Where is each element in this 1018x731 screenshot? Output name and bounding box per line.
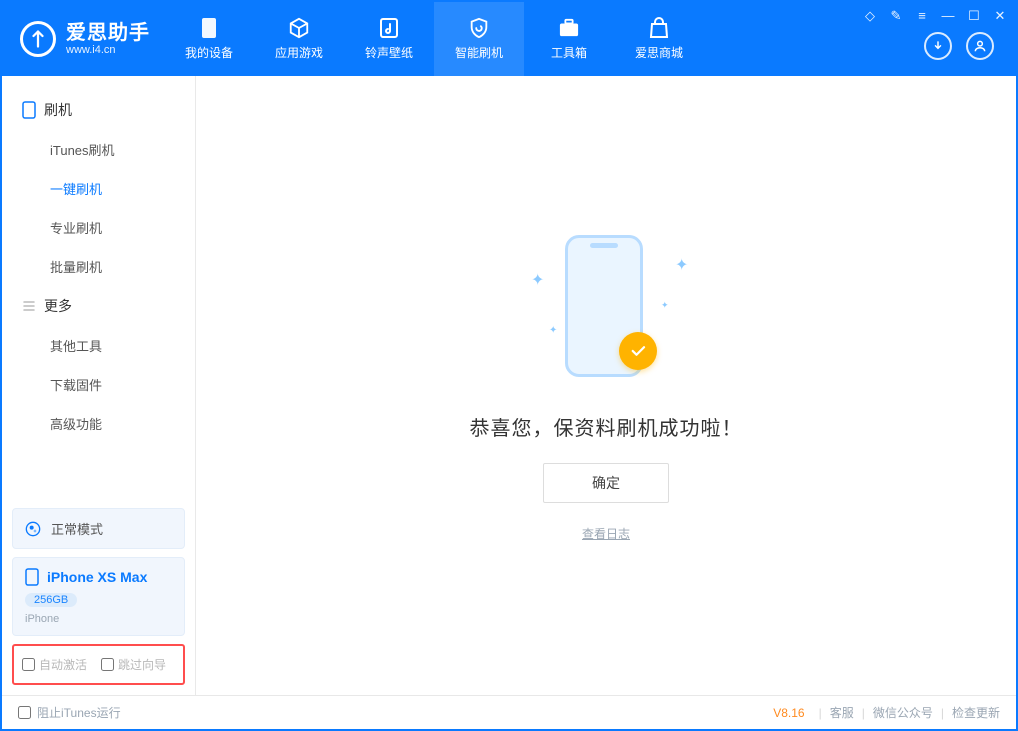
auto-activate-input[interactable] — [22, 658, 35, 671]
refresh-shield-icon — [468, 17, 490, 39]
nav-my-device[interactable]: 我的设备 — [164, 2, 254, 76]
success-message: 恭喜您，保资料刷机成功啦！ — [470, 412, 743, 441]
nav-label: 智能刷机 — [455, 44, 503, 61]
view-log-link[interactable]: 查看日志 — [582, 525, 630, 542]
download-button[interactable] — [924, 32, 952, 60]
nav-toolbox[interactable]: 工具箱 — [524, 2, 614, 76]
maximize-button[interactable]: ☐ — [966, 8, 982, 24]
sidebar-item-oneclick-flash[interactable]: 一键刷机 — [2, 169, 195, 208]
bag-icon — [648, 17, 670, 39]
sidebar-group-more: 更多 — [2, 286, 195, 326]
block-itunes-label: 阻止iTunes运行 — [37, 704, 121, 721]
feedback-icon[interactable]: ✎ — [888, 8, 904, 24]
device-mode-text: 正常模式 — [51, 519, 103, 538]
device-type: iPhone — [25, 613, 59, 625]
sidebar-item-batch-flash[interactable]: 批量刷机 — [2, 247, 195, 286]
auto-activate-checkbox[interactable]: 自动激活 — [22, 656, 87, 673]
sidebar-item-advanced[interactable]: 高级功能 — [2, 404, 195, 443]
main-panel: ✦ ✦ ✦ ✦ 恭喜您，保资料刷机成功啦！ 确定 查看日志 — [196, 76, 1016, 695]
status-icon — [25, 521, 41, 537]
skip-guide-checkbox[interactable]: 跳过向导 — [101, 656, 166, 673]
footer-link-wechat[interactable]: 微信公众号 — [873, 704, 933, 721]
sidebar-device-area: 正常模式 iPhone XS Max 256GB iPhone 自动激活 跳过向… — [2, 500, 195, 695]
footer-link-update[interactable]: 检查更新 — [952, 704, 1000, 721]
nav-label: 工具箱 — [551, 44, 587, 61]
list-icon — [22, 299, 36, 313]
logo-icon — [20, 21, 56, 57]
window-controls: ◇ ✎ ≡ — ☐ ✕ — [862, 8, 1008, 24]
close-button[interactable]: ✕ — [992, 8, 1008, 24]
skin-icon[interactable]: ◇ — [862, 8, 878, 24]
sidebar-item-itunes-flash[interactable]: iTunes刷机 — [2, 130, 195, 169]
app-url: www.i4.cn — [66, 44, 150, 56]
skip-guide-input[interactable] — [101, 658, 114, 671]
sidebar-item-download-firmware[interactable]: 下载固件 — [2, 365, 195, 404]
nav-label: 爱思商城 — [635, 44, 683, 61]
nav-store[interactable]: 爱思商城 — [614, 2, 704, 76]
minimize-button[interactable]: — — [940, 8, 956, 24]
titlebar: 爱思助手 www.i4.cn 我的设备 应用游戏 铃声壁纸 智能刷机 工具箱 爱… — [2, 2, 1016, 76]
body: 刷机 iTunes刷机 一键刷机 专业刷机 批量刷机 更多 其他工具 下载固件 … — [2, 76, 1016, 695]
separator: | — [941, 706, 944, 720]
sidebar-item-pro-flash[interactable]: 专业刷机 — [2, 208, 195, 247]
ok-button[interactable]: 确定 — [543, 463, 669, 503]
device-name: iPhone XS Max — [47, 569, 147, 585]
sidebar: 刷机 iTunes刷机 一键刷机 专业刷机 批量刷机 更多 其他工具 下载固件 … — [2, 76, 196, 695]
account-button[interactable] — [966, 32, 994, 60]
phone-outline-icon — [22, 101, 36, 119]
block-itunes-checkbox[interactable] — [18, 706, 31, 719]
cube-icon — [288, 17, 310, 39]
device-phone-icon — [25, 568, 39, 586]
separator: | — [819, 706, 822, 720]
footer: 阻止iTunes运行 V8.16 | 客服 | 微信公众号 | 检查更新 — [2, 695, 1016, 729]
version-label: V8.16 — [773, 706, 804, 720]
sidebar-item-other-tools[interactable]: 其他工具 — [2, 326, 195, 365]
menu-icon[interactable]: ≡ — [914, 8, 930, 24]
logo-area: 爱思助手 www.i4.cn — [2, 2, 164, 76]
auto-activate-label: 自动激活 — [39, 656, 87, 673]
footer-link-support[interactable]: 客服 — [830, 704, 854, 721]
nav-label: 我的设备 — [185, 44, 233, 61]
device-card[interactable]: iPhone XS Max 256GB iPhone — [12, 557, 185, 636]
main-nav: 我的设备 应用游戏 铃声壁纸 智能刷机 工具箱 爱思商城 — [164, 2, 704, 76]
skip-guide-label: 跳过向导 — [118, 656, 166, 673]
nav-apps-games[interactable]: 应用游戏 — [254, 2, 344, 76]
nav-label: 应用游戏 — [275, 44, 323, 61]
nav-label: 铃声壁纸 — [365, 44, 413, 61]
app-title: 爱思助手 — [66, 22, 150, 44]
sidebar-group-title: 刷机 — [44, 100, 72, 120]
nav-ringtone-wallpaper[interactable]: 铃声壁纸 — [344, 2, 434, 76]
success-panel: ✦ ✦ ✦ ✦ 恭喜您，保资料刷机成功啦！ 确定 查看日志 — [196, 76, 1016, 695]
success-illustration: ✦ ✦ ✦ ✦ — [521, 230, 691, 390]
briefcase-icon — [558, 17, 580, 39]
music-file-icon — [378, 17, 400, 39]
device-storage: 256GB — [25, 593, 77, 607]
nav-smart-flash[interactable]: 智能刷机 — [434, 2, 524, 76]
device-mode-badge[interactable]: 正常模式 — [12, 508, 185, 549]
separator: | — [862, 706, 865, 720]
phone-icon — [198, 17, 220, 39]
flash-options-box: 自动激活 跳过向导 — [12, 644, 185, 685]
sidebar-group-flash: 刷机 — [2, 90, 195, 130]
sidebar-group-title: 更多 — [44, 296, 72, 316]
success-check-icon — [619, 332, 657, 370]
